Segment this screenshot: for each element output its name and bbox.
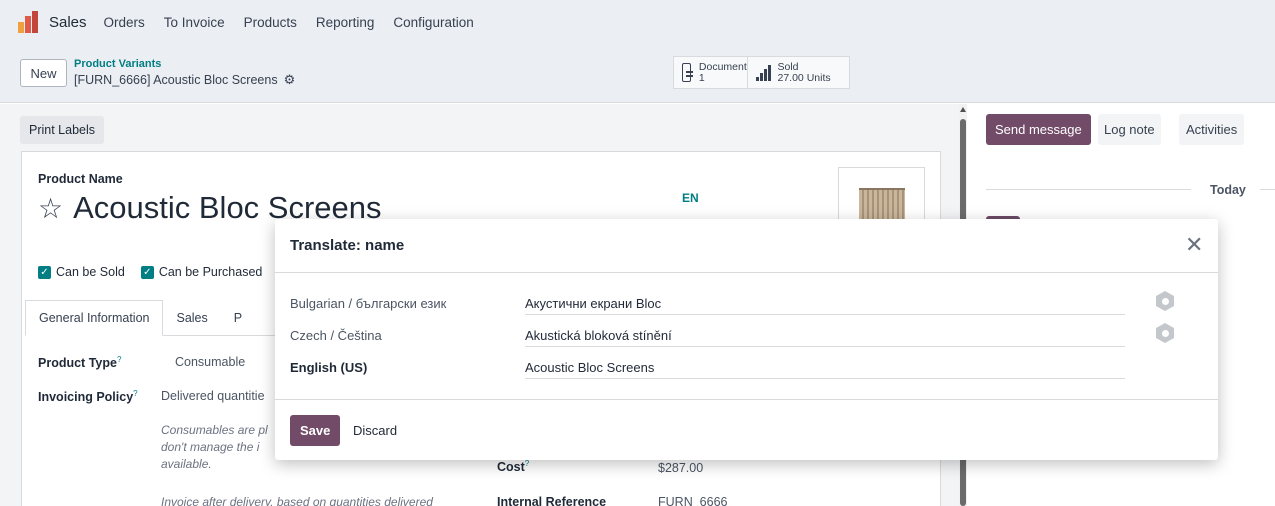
divider <box>1260 189 1275 190</box>
translation-row-english: English (US) Acoustic Bloc Screens <box>275 354 1218 385</box>
tab-sales[interactable]: Sales <box>163 300 220 336</box>
send-message-button[interactable]: Send message <box>986 114 1091 145</box>
checkbox-checked-icon[interactable]: ✓ <box>38 265 51 279</box>
help-icon[interactable]: ? <box>133 389 137 398</box>
top-navbar: Sales Orders To Invoice Products Reporti… <box>0 0 1275 44</box>
today-separator: Today <box>1210 183 1246 197</box>
menu-orders[interactable]: Orders <box>104 15 145 30</box>
can-be-sold-checkbox[interactable]: ✓ Can be Sold <box>38 265 125 279</box>
save-button[interactable]: Save <box>290 415 341 446</box>
discard-button[interactable]: Discard <box>353 415 397 446</box>
product-type-value[interactable]: Consumable <box>175 355 245 369</box>
translation-input-czech[interactable]: Akustická bloková stínění <box>525 322 1125 347</box>
activities-button[interactable]: Activities <box>1179 114 1245 145</box>
dialog-header: Translate: name ✕ <box>275 219 1218 273</box>
language-label: English (US) <box>290 360 368 375</box>
cost-label: Cost? <box>497 459 530 475</box>
consumable-note: Consumables are pl don't manage the i av… <box>161 423 268 471</box>
close-icon[interactable]: ✕ <box>1185 234 1203 256</box>
sales-app-icon[interactable] <box>18 11 40 33</box>
translation-row-bulgarian: Bulgarian / български език Акустични екр… <box>275 290 1218 321</box>
print-labels-button[interactable]: Print Labels <box>20 116 105 144</box>
menu-products[interactable]: Products <box>244 15 297 30</box>
tab-purchase[interactable]: P <box>221 300 255 336</box>
translation-input-english[interactable]: Acoustic Bloc Screens <box>525 354 1125 379</box>
documents-count: 1 <box>698 71 705 84</box>
record-name: [FURN_6666] Acoustic Bloc Screens <box>74 73 278 87</box>
documents-label: Documents <box>698 60 752 73</box>
dialog-footer: Save Discard <box>275 399 1218 460</box>
language-label: Czech / Čeština <box>290 328 382 343</box>
scroll-up-arrow-icon[interactable] <box>960 107 966 112</box>
checkbox-group: ✓ Can be Sold ✓ Can be Purchased <box>38 265 262 279</box>
product-name-label: Product Name <box>38 172 123 186</box>
translation-row-czech: Czech / Čeština Akustická bloková stíněn… <box>275 322 1218 353</box>
translate-dialog: Translate: name ✕ Bulgarian / български … <box>275 219 1218 460</box>
can-be-purchased-label: Can be Purchased <box>158 265 263 279</box>
menu-to-invoice[interactable]: To Invoice <box>164 15 225 30</box>
control-panel: New Product Variants [FURN_6666] Acousti… <box>0 44 1275 103</box>
language-badge[interactable]: EN <box>682 191 699 205</box>
cost-value[interactable]: $287.00 <box>658 461 703 475</box>
invoicing-policy-value[interactable]: Delivered quantitie <box>161 389 265 403</box>
ai-translate-icon[interactable] <box>1156 323 1174 343</box>
help-icon[interactable]: ? <box>525 459 529 468</box>
can-be-sold-label: Can be Sold <box>56 265 125 279</box>
internal-reference-label: Internal Reference <box>497 495 607 506</box>
menu-reporting[interactable]: Reporting <box>316 15 375 30</box>
tab-general-information[interactable]: General Information <box>25 300 164 336</box>
log-note-button[interactable]: Log note <box>1098 114 1161 145</box>
star-icon[interactable]: ☆ <box>38 192 63 225</box>
breadcrumb-current: [FURN_6666] Acoustic Bloc Screens ⚙ <box>74 72 295 88</box>
breadcrumb-parent-link[interactable]: Product Variants <box>74 58 161 70</box>
sold-smart-button[interactable]: Sold 27.00 Units <box>747 56 850 89</box>
app-name[interactable]: Sales <box>49 14 87 31</box>
sold-value: 27.00 Units <box>777 71 831 84</box>
translation-input-bulgarian[interactable]: Акустични екрани Bloc <box>525 290 1125 315</box>
invoice-policy-note: Invoice after delivery, based on quantit… <box>161 495 433 506</box>
new-button[interactable]: New <box>20 59 67 87</box>
checkbox-checked-icon[interactable]: ✓ <box>140 265 154 279</box>
document-icon <box>682 63 693 82</box>
dialog-title: Translate: name <box>290 237 405 254</box>
help-icon[interactable]: ? <box>117 355 121 364</box>
can-be-purchased-checkbox[interactable]: ✓ Can be Purchased <box>140 265 263 279</box>
ai-translate-icon[interactable] <box>1156 291 1174 311</box>
language-label: Bulgarian / български език <box>290 296 447 311</box>
divider <box>986 189 1191 190</box>
invoicing-policy-label: Invoicing Policy? <box>38 389 138 405</box>
internal-reference-value[interactable]: FURN_6666 <box>658 495 727 506</box>
bar-chart-icon <box>756 64 771 81</box>
product-photo <box>858 188 905 222</box>
menu-configuration[interactable]: Configuration <box>393 15 473 30</box>
gear-icon[interactable]: ⚙ <box>284 72 296 88</box>
product-type-label: Product Type? <box>38 355 122 371</box>
